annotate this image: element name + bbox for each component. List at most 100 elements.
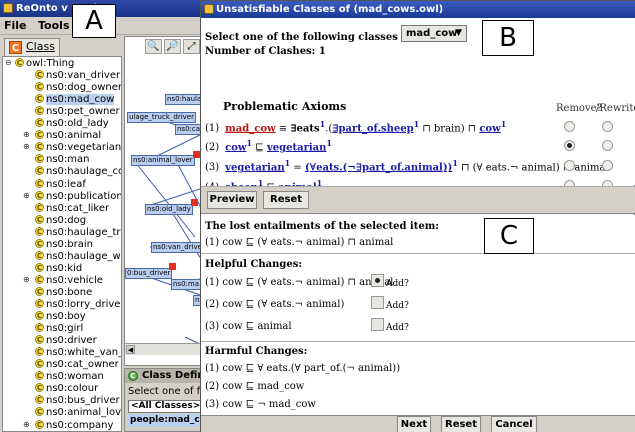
class-tree[interactable]: ⊖ Cowl:Thing Cns0:van_driver Cns0:dog_owner…	[2, 56, 122, 432]
scroll-left-icon[interactable]: ◀	[126, 345, 135, 354]
tree-item-label: owl:Thing	[26, 58, 75, 69]
class-icon: C	[35, 286, 44, 296]
expand-icon[interactable]: ⊕	[23, 191, 31, 200]
tree-item[interactable]: Cns0:lorry_driver	[35, 299, 121, 310]
tree-item[interactable]: ⊕ Cns0:vegetarian	[23, 142, 121, 153]
collapse-icon[interactable]: ⊖	[5, 59, 13, 67]
all-classes-select[interactable]: <All Classes>	[128, 400, 204, 413]
cancel-button[interactable]: Cancel	[491, 416, 537, 432]
tree-item[interactable]: Cns0:bone	[35, 286, 93, 298]
tree-item[interactable]: Cns0:van_driver	[35, 70, 120, 81]
tab-class[interactable]: C Class	[4, 38, 60, 56]
graph-node[interactable]: 0:bus_driver	[125, 268, 173, 279]
class-graph[interactable]: 🔍 🔎 ⤢ ns0:haulage_co ulage_truck_driver …	[124, 36, 205, 366]
rewrite-radio[interactable]	[602, 160, 613, 171]
graph-node[interactable]: ulage_truck_driver	[127, 112, 196, 123]
remove-radio[interactable]	[564, 160, 575, 171]
tree-item-label: ns0:bone	[46, 286, 93, 298]
tree-item[interactable]: Cns0:cat_liker	[35, 202, 109, 214]
tree-item[interactable]: Cns0:kid	[35, 262, 82, 274]
tree-item[interactable]: Cns0:boy	[35, 311, 86, 322]
class-icon: C	[35, 383, 44, 393]
chevron-down-icon: ▼	[455, 28, 462, 38]
helpful-changes-title: Helpful Changes:	[205, 259, 303, 270]
graph-scrollbar[interactable]: ◀	[125, 343, 204, 355]
tree-item[interactable]: Cns0:brain	[35, 238, 93, 250]
menu-tools[interactable]: Tools	[34, 17, 73, 34]
preview-button[interactable]: Preview	[207, 191, 257, 209]
tree-item[interactable]: Cns0:bus_driver	[35, 395, 120, 406]
tree-item[interactable]: Cns0:old_lady	[35, 118, 109, 129]
tree-item[interactable]: Cns0:white_van_n	[35, 347, 122, 359]
axiom-link[interactable]: cow	[479, 123, 500, 134]
axiom-link[interactable]: ∃part_of.sheep	[332, 123, 413, 134]
add-change-radio[interactable]	[371, 296, 384, 309]
tree-item[interactable]: ⊕ Cns0:company	[23, 419, 113, 431]
expand-icon[interactable]: ⊕	[23, 131, 31, 139]
tree-item[interactable]: Cns0:mad_cow	[35, 94, 115, 106]
reset-button[interactable]: Reset	[441, 416, 481, 432]
class-definition-panel: C Class Defin Select one of fo <All Clas…	[124, 368, 205, 432]
tree-item[interactable]: Cns0:girl	[35, 323, 83, 334]
rewrite-radio[interactable]	[602, 121, 613, 132]
tree-item[interactable]: Cns0:cat_owner	[35, 359, 119, 370]
expand-icon[interactable]: ⊕	[23, 275, 31, 284]
debug-class-select[interactable]: mad_cow ▼	[401, 25, 467, 42]
tree-item[interactable]: Cns0:dog_owner	[35, 82, 121, 93]
harmful-change-item: (2) cow ⊑ mad_cow	[205, 381, 305, 392]
axiom-link[interactable]: cow	[225, 142, 246, 153]
axiom-link[interactable]: (∀eats.(¬∃part_of.animal))	[305, 162, 452, 173]
add-change-radio[interactable]	[371, 274, 384, 287]
debug-class-value: mad_cow	[406, 28, 458, 39]
tree-item[interactable]: Cns0:woman	[35, 371, 104, 382]
axiom-link[interactable]: vegetarian	[225, 162, 284, 173]
preview-button-bar: Preview Reset	[201, 186, 635, 214]
tree-item[interactable]: Cns0:haulage_cor	[35, 166, 121, 177]
axiom-link[interactable]: vegetarian	[267, 142, 326, 153]
axiom-text: ≡	[275, 123, 291, 135]
add-label: Add?	[386, 323, 409, 333]
axiom-class-link[interactable]: mad_cow	[225, 123, 275, 134]
tree-item[interactable]: Cns0:haulage_tru	[35, 226, 121, 238]
expand-icon[interactable]: ⊕	[23, 420, 31, 429]
tree-item[interactable]: ⊕ Cns0:animal	[23, 130, 101, 141]
tree-item-label: ns0:man	[46, 154, 90, 166]
rewrite-column-header: /Rewrite	[596, 103, 635, 114]
add-change-radio[interactable]	[371, 318, 384, 331]
tree-item[interactable]: ⊕ Cns0:vehicle	[23, 274, 103, 286]
tree-item[interactable]: Cns0:animal_love	[35, 407, 121, 418]
annotation-label-c: C	[484, 218, 534, 254]
next-button[interactable]: Next	[397, 416, 431, 432]
dialog-title-bar: Unsatisfiable Classes of (mad_cows.owl)	[201, 1, 635, 18]
class-icon: C	[35, 178, 44, 188]
remove-radio[interactable]	[564, 121, 575, 132]
tree-item[interactable]: Cns0:colour	[35, 383, 98, 394]
tree-root[interactable]: ⊖ Cowl:Thing	[5, 58, 75, 69]
tree-item-label: ns0:white_van_n	[46, 347, 122, 359]
graph-node[interactable]: ns0:haulage_co	[165, 94, 204, 105]
tree-item[interactable]: Cns0:dog	[35, 214, 86, 226]
tree-item[interactable]: Cns0:driver	[35, 335, 97, 346]
menu-file[interactable]: File	[0, 17, 31, 34]
tree-item[interactable]: Cns0:haulage_wo	[35, 250, 121, 262]
rewrite-radio[interactable]	[602, 140, 613, 151]
remove-radio[interactable]	[564, 140, 575, 151]
graph-node[interactable]: ns0:animal_lover	[131, 155, 195, 166]
tree-item[interactable]: Cns0:pet_owner	[35, 106, 120, 117]
graph-node[interactable]: ns0:ma	[171, 279, 202, 290]
tree-item[interactable]: ⊕ Cns0:publication	[23, 190, 121, 202]
tree-item-label: ns0:pet_owner	[46, 106, 120, 118]
class-icon: C	[35, 238, 44, 248]
class-def-title-text: Class Defin	[142, 370, 205, 381]
tree-item[interactable]: Cns0:leaf	[35, 178, 86, 190]
expand-icon[interactable]: ⊕	[23, 143, 31, 151]
graph-node[interactable]: ns0:van_drive	[151, 242, 204, 253]
tree-item[interactable]: Cns0:man	[35, 154, 90, 165]
graph-node[interactable]: ns0:ca	[175, 124, 203, 135]
app-icon	[3, 3, 13, 13]
class-icon: C	[35, 323, 44, 333]
divider	[201, 341, 635, 342]
graph-node[interactable]: ns0:old_lady	[145, 204, 193, 215]
reset-button-top[interactable]: Reset	[263, 191, 309, 209]
class-def-selected[interactable]: people:mad_co	[128, 414, 204, 427]
